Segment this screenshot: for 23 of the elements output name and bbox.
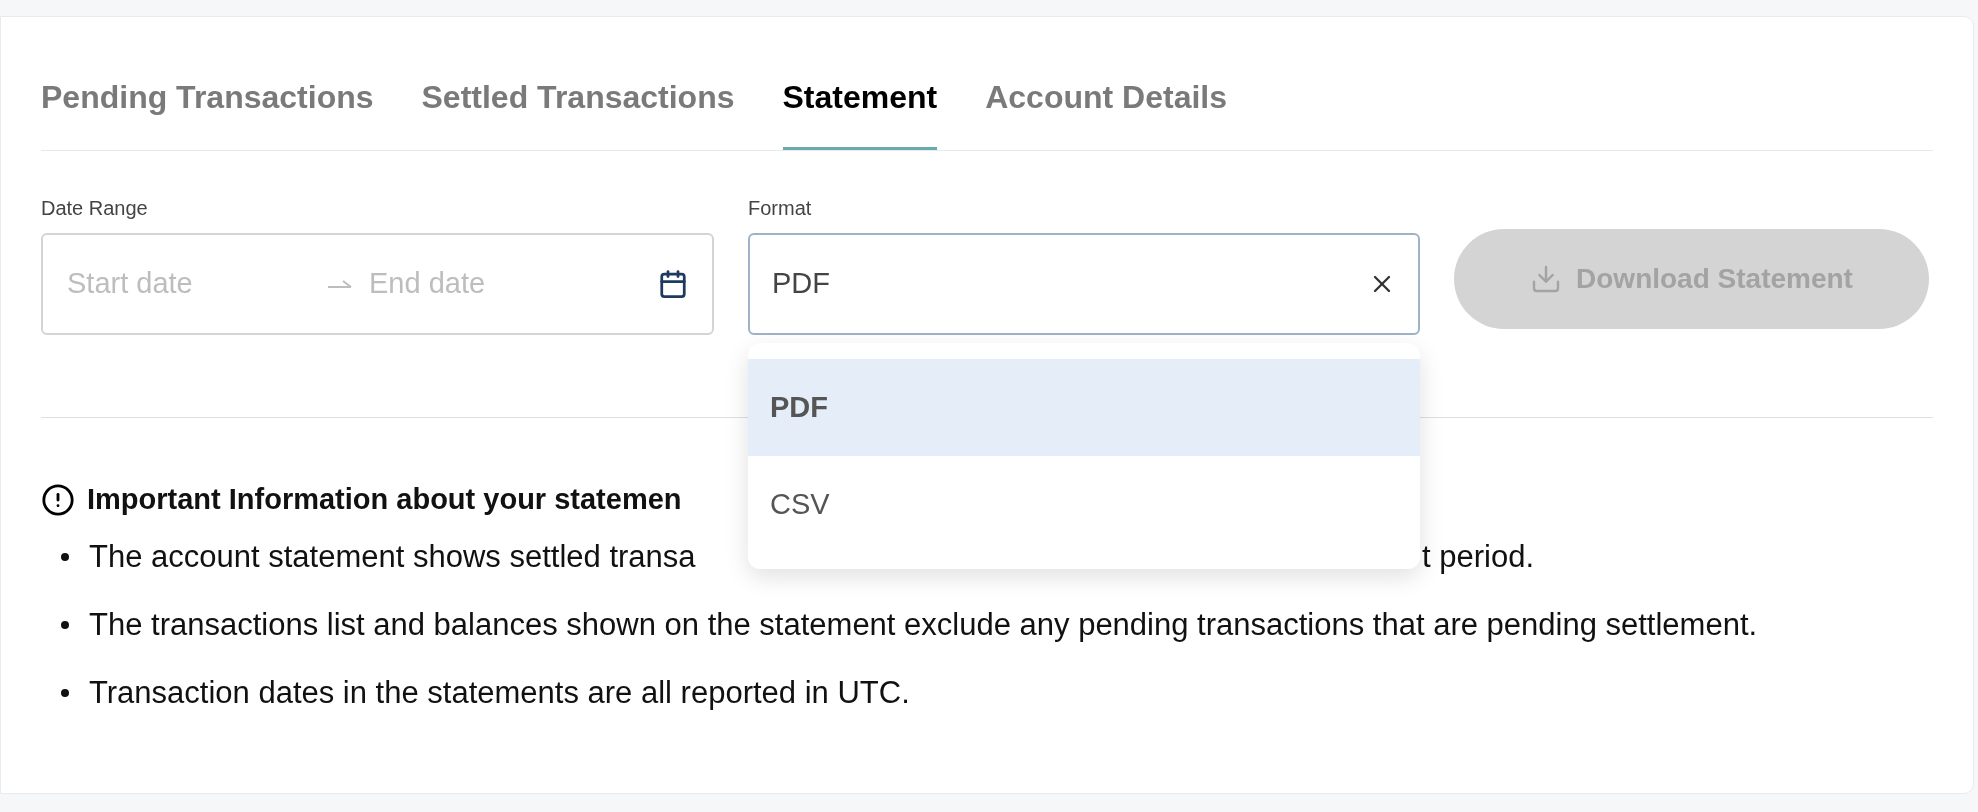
info-text: The account statement shows settled transa — [89, 537, 696, 576]
dropdown-option[interactable]: CSV — [748, 456, 1420, 553]
field-label: Date Range — [41, 196, 149, 221]
format-select[interactable]: PDF — [748, 233, 1420, 335]
field-label: Format — [748, 196, 813, 221]
tab[interactable]: Statement — [782, 73, 938, 150]
bullet-icon — [61, 688, 69, 697]
tab[interactable]: Settled Transactions — [421, 73, 735, 150]
tab[interactable]: Account Details — [985, 73, 1228, 150]
arrow-icon — [327, 278, 353, 290]
info-title: Important Information about your statemen — [87, 482, 682, 517]
info-text: t period. — [1422, 537, 1534, 576]
start-date-input[interactable]: Start date — [67, 262, 327, 306]
bullet-icon — [61, 552, 69, 561]
end-date-input[interactable]: End date — [369, 262, 629, 306]
date-range-field[interactable]: Start date End date — [41, 233, 714, 335]
info-text: The transactions list and balances shown on the statement exclude any pending transactions that are pending settlement. — [89, 605, 1758, 644]
dropdown-option[interactable]: PDF — [748, 359, 1420, 456]
calendar-icon[interactable] — [658, 269, 688, 299]
tab[interactable]: Pending Transactions — [41, 73, 374, 150]
alert-icon — [41, 482, 75, 517]
bullet-icon — [61, 620, 69, 629]
info-text: Transaction dates in the statements are all reported in UTC. — [89, 673, 910, 712]
